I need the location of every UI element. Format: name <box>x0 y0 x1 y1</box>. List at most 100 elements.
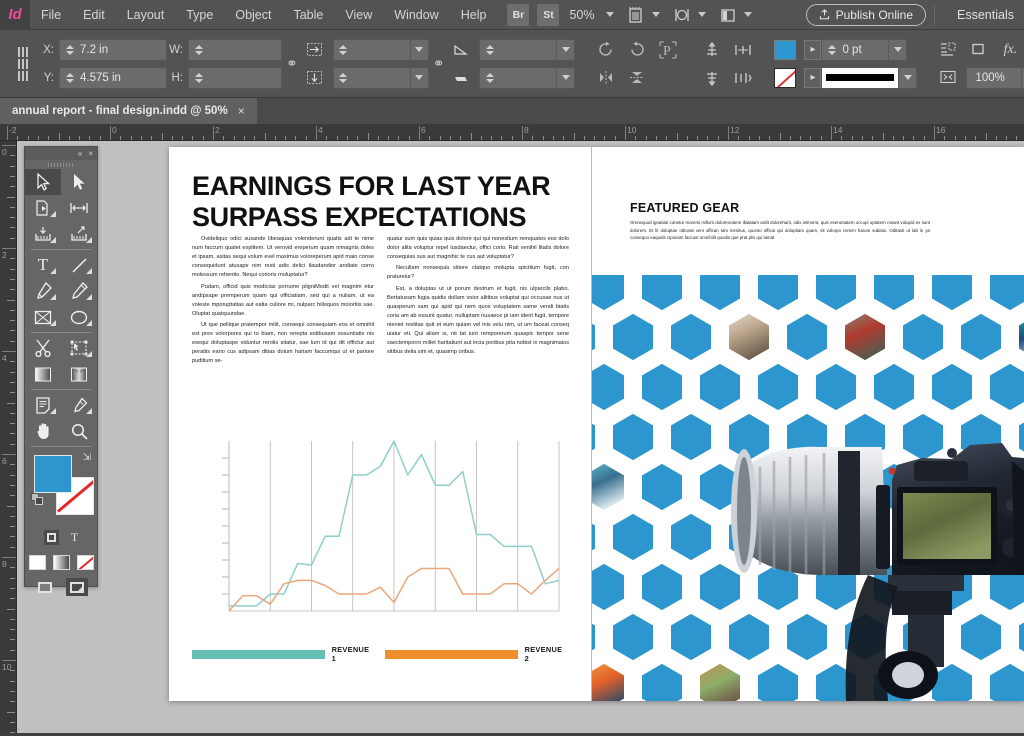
note-tool[interactable] <box>25 392 61 418</box>
w-stepper[interactable] <box>193 42 204 58</box>
height-input[interactable] <box>188 66 282 89</box>
fill-swatch-dropdown[interactable]: ▸ <box>804 39 822 60</box>
stroke-weight-stepper[interactable] <box>826 42 837 58</box>
menu-file[interactable]: File <box>30 0 72 30</box>
apply-gradient-icon[interactable] <box>52 554 70 570</box>
ref-mr[interactable] <box>26 58 28 69</box>
y-stepper[interactable] <box>64 70 75 86</box>
content-collector-tool[interactable] <box>25 221 61 247</box>
fill-swatch[interactable] <box>774 39 797 60</box>
workspace-switcher[interactable]: Essentials <box>943 8 1024 22</box>
page-left[interactable]: EARNINGS FOR LAST YEAR SURPASS EXPECTATI… <box>169 147 592 701</box>
flip-horizontal-icon[interactable] <box>593 66 619 90</box>
ref-bc[interactable] <box>22 70 24 81</box>
screen-mode-chevron-icon[interactable] <box>652 12 661 17</box>
selection-tool[interactable] <box>25 169 61 195</box>
document-canvas[interactable]: EARNINGS FOR LAST YEAR SURPASS EXPECTATI… <box>17 141 1024 736</box>
stroke-weight-input[interactable]: 0 pt <box>821 38 908 61</box>
panel-drag-handle[interactable] <box>25 160 97 169</box>
zoom-tool[interactable] <box>61 418 97 444</box>
menu-view[interactable]: View <box>334 0 383 30</box>
scale-y-input[interactable] <box>332 66 429 89</box>
scale-x-input[interactable] <box>332 38 429 61</box>
pen-tool[interactable] <box>25 278 61 304</box>
free-transform-tool[interactable] <box>61 335 97 361</box>
align-bottom-icon[interactable] <box>699 66 725 90</box>
x-input[interactable]: 7.2 in <box>59 38 167 61</box>
normal-view-mode-icon[interactable] <box>34 578 56 596</box>
constrain-proportions-wh-icon[interactable]: ⚭ <box>286 55 298 72</box>
rotate-clockwise-icon[interactable] <box>593 38 619 62</box>
text-wrap-icon[interactable] <box>935 38 961 62</box>
ref-br[interactable] <box>26 70 28 81</box>
menu-table[interactable]: Table <box>282 0 334 30</box>
rotation-dropdown[interactable] <box>556 39 574 60</box>
rotation-input[interactable] <box>479 38 576 61</box>
horizontal-ruler[interactable]: -2 0 2 4 6 8 10 12 14 16 <box>0 124 1024 141</box>
ref-tc[interactable] <box>22 46 24 57</box>
ref-mc[interactable] <box>22 58 24 69</box>
screen-mode-icon[interactable] <box>626 6 646 24</box>
align-top-icon[interactable] <box>699 38 725 62</box>
shear-stepper[interactable] <box>484 70 495 86</box>
stroke-swatch[interactable] <box>774 67 797 88</box>
ref-tr[interactable] <box>26 46 28 57</box>
y-input[interactable]: 4.575 in <box>59 66 167 89</box>
arrange-documents-icon[interactable] <box>718 6 738 24</box>
publish-online-button[interactable]: Publish Online <box>805 3 927 26</box>
opacity-input[interactable]: 100% ▸ <box>966 66 1024 89</box>
gap-tool[interactable] <box>61 195 97 221</box>
hexagon-camera-collage[interactable] <box>592 275 1024 701</box>
scissors-tool[interactable] <box>25 335 61 361</box>
arrange-documents-chevron-icon[interactable] <box>744 12 753 17</box>
apply-none-icon[interactable] <box>76 554 94 570</box>
shear-input[interactable] <box>479 66 576 89</box>
shear-dropdown[interactable] <box>556 67 574 88</box>
zoom-level-value[interactable]: 50% <box>569 8 594 22</box>
revenue-line-chart[interactable] <box>211 439 561 619</box>
frame-fitting-icon[interactable] <box>935 66 961 90</box>
direct-selection-tool[interactable] <box>61 169 97 195</box>
pencil-tool[interactable] <box>61 278 97 304</box>
h-stepper[interactable] <box>193 70 204 86</box>
ref-tl[interactable] <box>18 46 20 57</box>
preview-mode-icon[interactable] <box>66 578 88 596</box>
tools-panel[interactable]: « × T ⇲ T <box>24 146 98 596</box>
constrain-proportions-scale-icon[interactable]: ⚭ <box>433 55 445 72</box>
view-options-icon[interactable] <box>672 6 692 24</box>
chevron-down-icon[interactable] <box>606 12 615 17</box>
formatting-affects-container-icon[interactable] <box>43 530 59 545</box>
swap-fill-stroke-icon[interactable]: ⇲ <box>83 452 91 463</box>
flip-vertical-icon[interactable] <box>624 66 650 90</box>
ref-bl[interactable] <box>18 70 20 81</box>
collapse-icon[interactable]: « <box>78 149 82 158</box>
drop-shadow-icon[interactable] <box>966 38 992 62</box>
ref-ml[interactable] <box>18 58 20 69</box>
apply-color-icon[interactable] <box>28 554 46 570</box>
rotate-counterclockwise-icon[interactable] <box>624 38 650 62</box>
document-tab[interactable]: annual report - final design.indd @ 50% … <box>0 98 257 124</box>
default-fill-stroke-icon[interactable] <box>31 493 44 506</box>
type-tool[interactable]: T <box>25 252 61 278</box>
stroke-style-dropdown[interactable] <box>898 67 916 88</box>
bridge-button[interactable]: Br <box>507 3 530 26</box>
distribute-vertical-icon[interactable] <box>730 66 756 90</box>
reference-point-selector[interactable] <box>18 46 28 81</box>
menu-help[interactable]: Help <box>450 0 498 30</box>
distribute-horizontal-icon[interactable] <box>730 38 756 62</box>
rectangle-frame-tool[interactable] <box>25 304 61 330</box>
stock-button[interactable]: St <box>537 3 560 26</box>
menu-type[interactable]: Type <box>175 0 224 30</box>
close-icon[interactable]: × <box>88 149 93 158</box>
menu-window[interactable]: Window <box>383 0 449 30</box>
x-stepper[interactable] <box>64 42 75 58</box>
stroke-weight-dropdown[interactable] <box>888 39 906 60</box>
scale-x-stepper[interactable] <box>338 42 349 58</box>
scale-y-stepper[interactable] <box>338 70 349 86</box>
close-icon[interactable]: × <box>238 104 245 118</box>
vertical-ruler[interactable]: 0 2 4 6 8 10 <box>0 141 17 736</box>
line-tool[interactable] <box>61 252 97 278</box>
formatting-affects-text-icon[interactable]: T <box>71 530 78 545</box>
rotation-stepper[interactable] <box>484 42 495 58</box>
stroke-style-input[interactable] <box>821 66 918 89</box>
